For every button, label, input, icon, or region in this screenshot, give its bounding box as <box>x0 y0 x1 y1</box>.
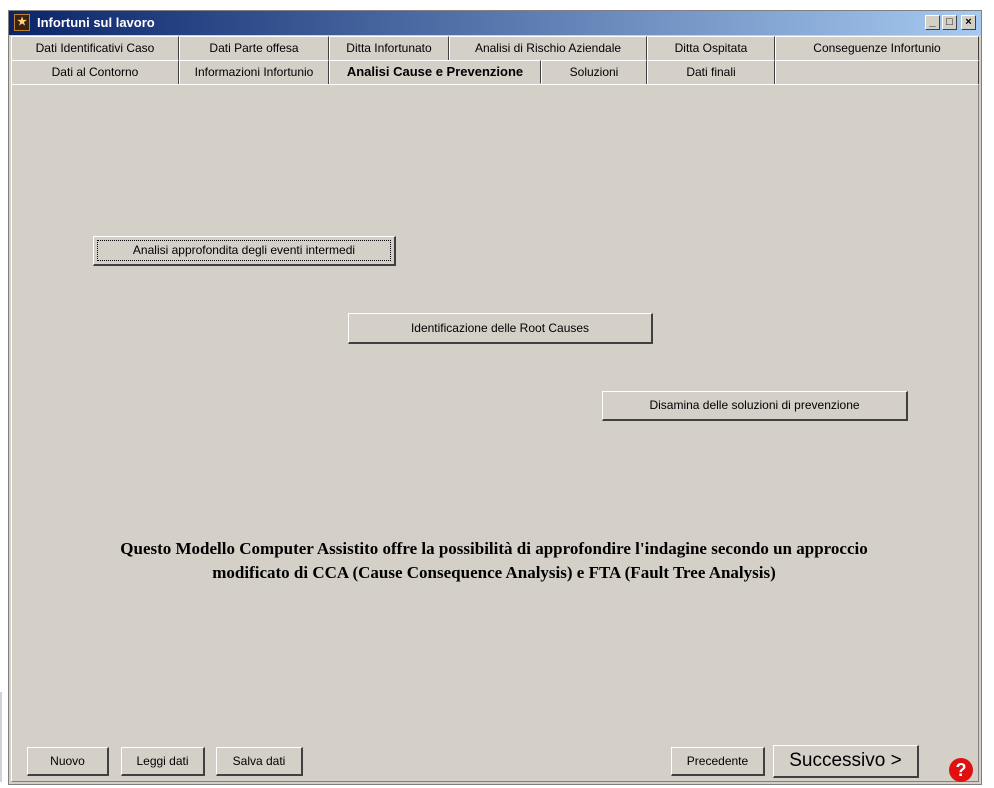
app-window: ★ Infortuni sul lavoro _ □ × Dati Identi… <box>8 10 982 785</box>
info-line-2: modificato di CCA (Cause Consequence Ana… <box>212 563 776 582</box>
tab-dati-al-contorno[interactable]: Dati al Contorno <box>11 60 179 84</box>
tab-content-panel <box>11 84 979 782</box>
title-bar[interactable]: ★ Infortuni sul lavoro _ □ × <box>9 11 981 35</box>
salva-dati-button[interactable]: Salva dati <box>216 747 303 776</box>
tab-row-1: Dati Identificativi Caso Dati Parte offe… <box>11 36 979 60</box>
focus-rectangle <box>97 240 391 261</box>
tab-row-2: Dati al Contorno Informazioni Infortunio… <box>11 60 979 84</box>
info-line-1: Questo Modello Computer Assistito offre … <box>120 539 868 558</box>
maximize-button[interactable]: □ <box>942 15 957 30</box>
tab-informazioni-infortunio[interactable]: Informazioni Infortunio <box>179 60 329 84</box>
tab-dati-identificativi-caso[interactable]: Dati Identificativi Caso <box>11 36 179 60</box>
precedente-button[interactable]: Precedente <box>671 747 765 776</box>
window-title: Infortuni sul lavoro <box>37 15 155 30</box>
successivo-button[interactable]: Successivo > <box>773 745 919 778</box>
soluzioni-prevenzione-button[interactable]: Disamina delle soluzioni di prevenzione <box>602 391 908 421</box>
leggi-dati-button[interactable]: Leggi dati <box>121 747 205 776</box>
tab-soluzioni[interactable]: Soluzioni <box>541 60 647 84</box>
close-button[interactable]: × <box>961 15 976 30</box>
tab-conseguenze-infortunio[interactable]: Conseguenze Infortunio <box>775 36 979 60</box>
desktop-edge <box>0 692 2 782</box>
tab-analisi-rischio-aziendale[interactable]: Analisi di Rischio Aziendale <box>449 36 647 60</box>
tab-dati-finali[interactable]: Dati finali <box>647 60 775 84</box>
analisi-eventi-intermedi-button[interactable]: Analisi approfondita degli eventi interm… <box>93 236 396 266</box>
tab-row-filler <box>775 60 979 84</box>
tab-analisi-cause-prevenzione[interactable]: Analisi Cause e Prevenzione <box>329 60 541 84</box>
info-text: Questo Modello Computer Assistito offre … <box>49 537 939 585</box>
minimize-button[interactable]: _ <box>925 15 940 30</box>
tab-dati-parte-offesa[interactable]: Dati Parte offesa <box>179 36 329 60</box>
root-causes-button[interactable]: Identificazione delle Root Causes <box>348 313 653 344</box>
help-icon[interactable]: ? <box>949 758 973 782</box>
tab-ditta-ospitata[interactable]: Ditta Ospitata <box>647 36 775 60</box>
tab-ditta-infortunato[interactable]: Ditta Infortunato <box>329 36 449 60</box>
nuovo-button[interactable]: Nuovo <box>27 747 109 776</box>
app-icon[interactable]: ★ <box>14 14 30 31</box>
